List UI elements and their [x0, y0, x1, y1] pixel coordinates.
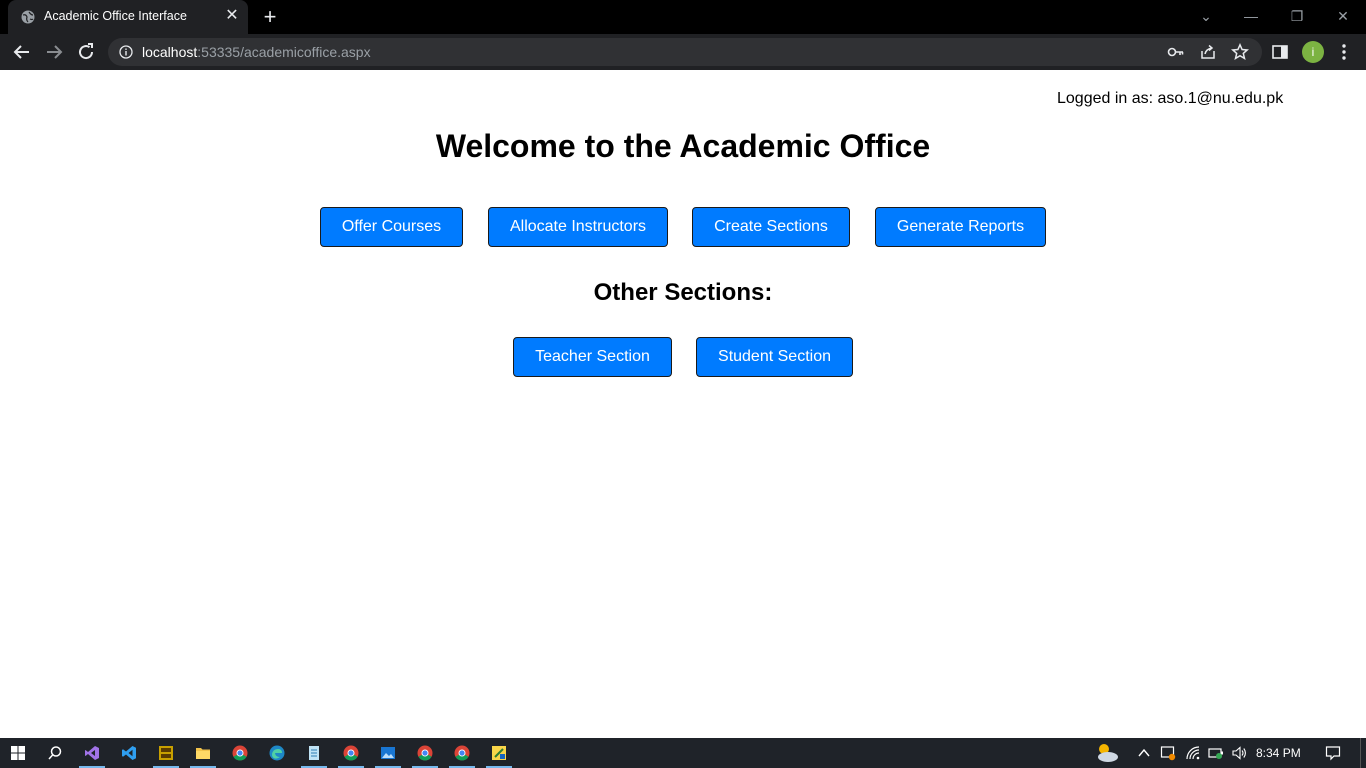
chevron-up-icon[interactable]: [1136, 745, 1152, 761]
sticky-app-icon: [492, 746, 506, 760]
allocate-instructors-button[interactable]: Allocate Instructors: [488, 207, 668, 247]
close-tab-icon[interactable]: ✕: [224, 8, 240, 24]
page-title: Welcome to the Academic Office: [435, 128, 931, 164]
volume-icon[interactable]: [1231, 745, 1247, 761]
create-sections-button[interactable]: Create Sections: [692, 207, 850, 247]
globe-icon: [21, 10, 35, 24]
taskbar-visual-studio[interactable]: [77, 741, 107, 768]
generate-reports-button[interactable]: Generate Reports: [875, 207, 1046, 247]
taskbar-file-explorer[interactable]: [188, 741, 218, 768]
taskbar-dosbox[interactable]: [151, 741, 181, 768]
forward-arrow-icon: [47, 45, 63, 59]
student-section-button[interactable]: Student Section: [696, 337, 853, 377]
taskbar-chrome-1[interactable]: [225, 741, 255, 765]
url-text: localhost:53335/academicoffice.aspx: [142, 44, 371, 60]
browser-tab[interactable]: Academic Office Interface ✕: [8, 0, 248, 34]
taskbar-chrome-3[interactable]: [410, 741, 440, 768]
teacher-section-button[interactable]: Teacher Section: [513, 337, 672, 377]
edge-icon: [269, 745, 285, 761]
chrome-icon: [232, 745, 248, 761]
taskbar-vscode[interactable]: [114, 741, 144, 765]
forward-button[interactable]: [42, 40, 66, 64]
key-icon[interactable]: [1167, 43, 1185, 61]
windows-logo-icon: [11, 746, 25, 760]
reload-icon: [79, 43, 94, 60]
reload-button[interactable]: [74, 40, 98, 64]
back-arrow-icon: [13, 45, 29, 59]
weather-icon[interactable]: [1094, 741, 1120, 765]
address-bar[interactable]: localhost:53335/academicoffice.aspx: [108, 38, 1262, 66]
chrome-icon: [454, 745, 470, 761]
back-button[interactable]: [10, 40, 34, 64]
browser-tab-strip: Academic Office Interface ✕ + ⌄ — ❐ ✕: [0, 0, 1366, 34]
side-panel-icon[interactable]: [1270, 42, 1290, 62]
offer-courses-button[interactable]: Offer Courses: [320, 207, 463, 247]
logged-in-status: Logged in as: aso.1@nu.edu.pk: [1057, 90, 1284, 107]
restore-button[interactable]: ❐: [1283, 4, 1311, 28]
site-info-icon[interactable]: [119, 45, 133, 59]
taskbar-notepad[interactable]: [299, 741, 329, 768]
dosbox-icon: [159, 746, 173, 760]
taskbar-clock[interactable]: 8:34 PM: [1256, 746, 1301, 760]
chrome-icon: [343, 745, 359, 761]
tab-title: Academic Office Interface: [44, 9, 187, 23]
photos-icon: [381, 747, 395, 759]
search-icon: [48, 746, 62, 760]
show-desktop-divider[interactable]: [1360, 738, 1361, 768]
taskbar-photos[interactable]: [373, 741, 403, 768]
visual-studio-icon: [85, 746, 99, 760]
other-sections-heading: Other Sections:: [593, 279, 773, 306]
taskbar-search-button[interactable]: [40, 741, 70, 765]
battery-icon[interactable]: [1208, 745, 1224, 761]
tab-search-icon[interactable]: ⌄: [1192, 4, 1220, 28]
windows-taskbar: 8:34 PM: [0, 738, 1366, 768]
taskbar-edge[interactable]: [262, 741, 292, 765]
taskbar-chrome-4[interactable]: [447, 741, 477, 768]
share-icon[interactable]: [1199, 43, 1217, 61]
profile-avatar[interactable]: i: [1302, 41, 1324, 63]
taskbar-sticky-app[interactable]: [484, 741, 514, 768]
browser-toolbar: localhost:53335/academicoffice.aspx: [0, 34, 1366, 70]
device-status-icon[interactable]: [1160, 745, 1176, 761]
chrome-icon: [417, 745, 433, 761]
new-tab-button[interactable]: +: [258, 5, 282, 29]
file-explorer-icon: [196, 748, 210, 759]
minimize-button[interactable]: —: [1237, 4, 1265, 28]
url-host: localhost: [142, 44, 198, 60]
vscode-icon: [122, 746, 136, 760]
notepad-icon: [309, 746, 319, 760]
taskbar-chrome-2[interactable]: [336, 741, 366, 768]
bookmark-star-icon[interactable]: [1231, 43, 1249, 61]
start-button[interactable]: [3, 741, 33, 765]
close-window-button[interactable]: ✕: [1329, 4, 1357, 28]
wifi-icon[interactable]: [1185, 745, 1201, 761]
menu-kebab-icon[interactable]: [1334, 42, 1354, 62]
url-path: :53335/academicoffice.aspx: [197, 44, 371, 60]
notification-center-icon[interactable]: [1325, 745, 1341, 761]
